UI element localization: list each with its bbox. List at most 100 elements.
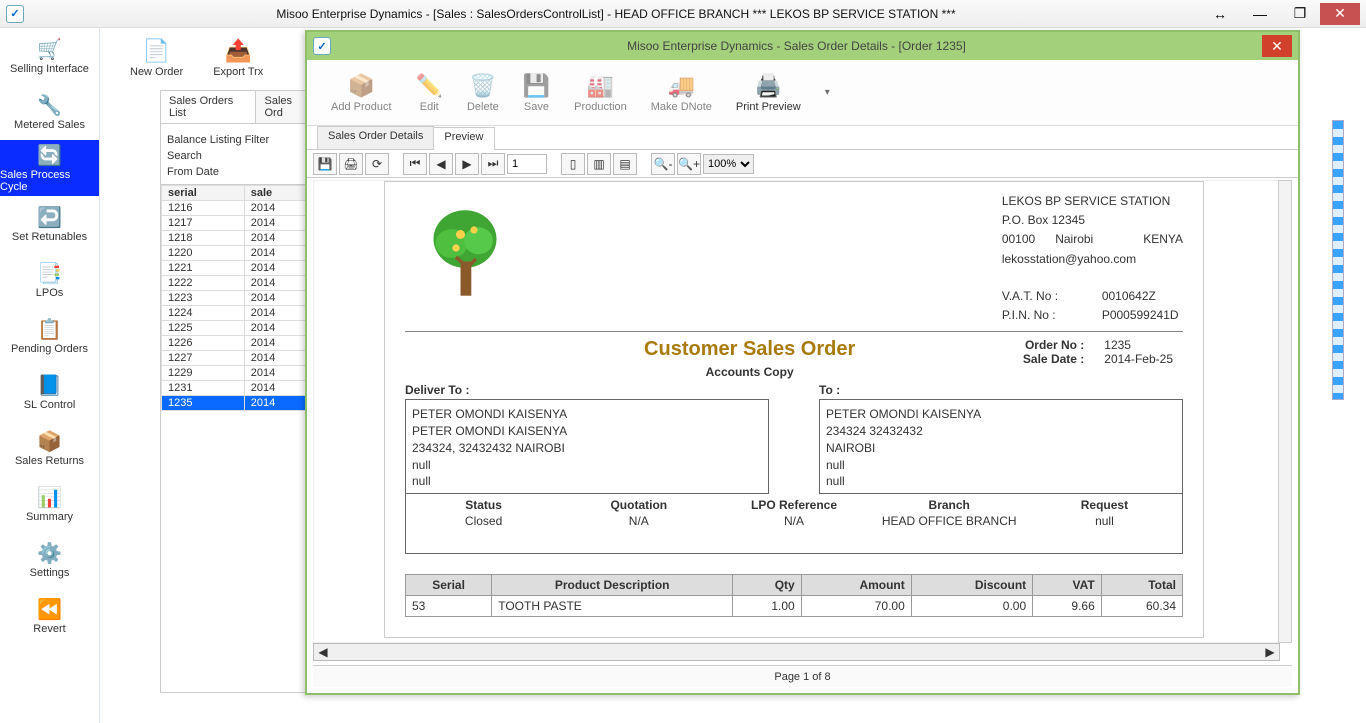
toolbar-production[interactable]: 🏭Production: [574, 73, 627, 113]
app-titlebar: Misoo Enterprise Dynamics - [Sales : Sal…: [0, 0, 1366, 28]
orders-table[interactable]: serial sale 1216201412172014121820141220…: [161, 185, 319, 411]
toolbar-edit[interactable]: ✏️Edit: [416, 73, 443, 113]
tab-preview[interactable]: Preview: [433, 127, 494, 150]
table-row[interactable]: 12242014: [162, 306, 319, 321]
continuous-icon[interactable]: ▤: [613, 153, 637, 175]
zoom-out-icon[interactable]: 🔍-: [651, 153, 675, 175]
dialog-footer: Page 1 of 8: [313, 665, 1292, 687]
main-toolbar: 📄New Order 📤Export Trx: [100, 28, 293, 88]
vertical-scrollbar[interactable]: [1278, 180, 1292, 643]
sidebar-icon: 🛒: [36, 37, 64, 61]
scroll-right-icon[interactable]: ▶: [1261, 645, 1279, 659]
app-logo-icon: [6, 5, 24, 23]
single-page-icon[interactable]: ▯: [561, 153, 585, 175]
tab-sales-orders-list[interactable]: Sales Orders List: [161, 91, 256, 123]
page-number-input[interactable]: [507, 154, 547, 174]
table-row[interactable]: 12312014: [162, 381, 319, 396]
sidebar-item-summary[interactable]: 📊Summary: [0, 476, 99, 532]
sidebar-item-label: LPOs: [36, 287, 64, 299]
deliver-to-box: PETER OMONDI KAISENYAPETER OMONDI KAISEN…: [405, 399, 769, 494]
toolbar-make-dnote[interactable]: 🚚Make DNote: [651, 73, 712, 113]
sidebar-icon: 📊: [36, 485, 64, 509]
table-row[interactable]: 12162014: [162, 201, 319, 216]
table-row[interactable]: 12212014: [162, 261, 319, 276]
toolbar-export-trx[interactable]: 📤Export Trx: [213, 38, 263, 78]
toolbar-delete[interactable]: 🗑️Delete: [467, 73, 499, 113]
toolbar-save[interactable]: 💾Save: [523, 73, 550, 113]
print-icon[interactable]: 🖨: [339, 153, 363, 175]
viewer-toolbar: 💾 🖨 ⟳ ⏮ ◀ ▶ ⏭ ▯ ▥ ▤ 🔍- 🔍+ 100%: [307, 150, 1298, 178]
orders-list-panel: Sales Orders List Sales Ord Balance List…: [160, 90, 320, 693]
table-row[interactable]: 12252014: [162, 321, 319, 336]
sidebar-item-selling-interface[interactable]: 🛒 Selling Interface: [0, 28, 99, 84]
dialog-tabs: Sales Order Details Preview: [307, 126, 1298, 150]
table-row[interactable]: 12182014: [162, 231, 319, 246]
sidebar-item-label: Selling Interface: [10, 63, 89, 75]
table-row[interactable]: 12222014: [162, 276, 319, 291]
doc-copy: Accounts Copy: [495, 365, 1004, 379]
pin-value: P000599241D: [1102, 306, 1179, 325]
toolbar-new-order[interactable]: 📄New Order: [130, 38, 183, 78]
first-page-icon[interactable]: ⏮: [403, 153, 427, 175]
sidebar-icon: 📘: [36, 373, 64, 397]
dropdown-icon[interactable]: ▾: [825, 87, 830, 98]
company-email: lekosstation@yahoo.com: [1002, 250, 1183, 269]
sidebar-icon: ⚙️: [36, 541, 64, 565]
last-page-icon[interactable]: ⏭: [481, 153, 505, 175]
sidebar-item-label: Revert: [33, 623, 65, 635]
table-row[interactable]: 12352014: [162, 396, 319, 411]
sidebar-item-label: SL Control: [24, 399, 76, 411]
company-city: Nairobi: [1055, 230, 1093, 249]
refresh-icon[interactable]: ⟳: [365, 153, 389, 175]
table-row[interactable]: 12292014: [162, 366, 319, 381]
zoom-in-icon[interactable]: 🔍+: [677, 153, 701, 175]
table-row[interactable]: 12202014: [162, 246, 319, 261]
table-row[interactable]: 12272014: [162, 351, 319, 366]
scroll-left-icon[interactable]: ◀: [314, 645, 332, 659]
next-page-icon[interactable]: ▶: [455, 153, 479, 175]
dialog-title: Misoo Enterprise Dynamics - Sales Order …: [331, 39, 1262, 53]
maximize-button[interactable]: ❐: [1280, 3, 1320, 25]
save-icon[interactable]: 💾: [313, 153, 337, 175]
minimize-button[interactable]: —: [1240, 3, 1280, 25]
sidebar-icon: 📋: [36, 317, 64, 341]
sidebar-item-sales-process-cycle[interactable]: 🔄Sales Process Cycle: [0, 140, 99, 196]
sidebar-item-label: Settings: [30, 567, 70, 579]
zoom-select[interactable]: 100%: [703, 154, 754, 174]
horizontal-scrollbar[interactable]: ◀ ▶: [313, 643, 1280, 661]
to-label: To :: [819, 383, 1183, 397]
sidebar-item-settings[interactable]: ⚙️ Settings: [0, 532, 99, 588]
prev-page-icon[interactable]: ◀: [429, 153, 453, 175]
close-button[interactable]: ✕: [1320, 3, 1360, 25]
sidebar-icon: 📑: [36, 261, 64, 285]
vat-value: 0010642Z: [1102, 287, 1156, 306]
table-row: 53TOOTH PASTE1.0070.000.009.6660.34: [406, 596, 1183, 617]
table-row[interactable]: 12172014: [162, 216, 319, 231]
doc-title: Customer Sales Order: [495, 338, 1004, 361]
sidebar-item-sales-returns[interactable]: 📦 Sales Returns: [0, 420, 99, 476]
company-pobox: P.O. Box 12345: [1002, 211, 1183, 230]
right-gutter-indicator: [1332, 120, 1344, 400]
table-row[interactable]: 12232014: [162, 291, 319, 306]
col-serial[interactable]: serial: [162, 186, 245, 201]
sidebar-item-sl-control[interactable]: 📘 SL Control: [0, 364, 99, 420]
dialog-close-button[interactable]: ✕: [1262, 35, 1292, 57]
sidebar-item-pending-orders[interactable]: 📋Pending Orders: [0, 308, 99, 364]
toolbar-add-product[interactable]: 📦Add Product: [331, 73, 392, 113]
sidebar-item-set-retunables[interactable]: ↩️ Set Retunables: [0, 196, 99, 252]
sidebar-item-revert[interactable]: ⏪Revert: [0, 588, 99, 644]
sidebar-item-metered-sales[interactable]: 🔧Metered Sales: [0, 84, 99, 140]
multi-page-icon[interactable]: ▥: [587, 153, 611, 175]
sidebar-item-lpos[interactable]: 📑 LPOs: [0, 252, 99, 308]
table-row[interactable]: 12262014: [162, 336, 319, 351]
sidebar-icon: ↩️: [36, 205, 64, 229]
swap-button[interactable]: ↔: [1200, 3, 1240, 25]
toolbar-print-preview[interactable]: 🖨️Print Preview: [736, 73, 801, 113]
sidebar-item-label: Set Retunables: [12, 231, 87, 243]
dialog-titlebar: Misoo Enterprise Dynamics - Sales Order …: [307, 32, 1298, 60]
sidebar-item-label: Sales Returns: [15, 455, 84, 467]
deliver-to-label: Deliver To :: [405, 383, 769, 397]
status-grid: StatusQuotationLPO ReferenceBranchReques…: [405, 494, 1183, 554]
tab-sales-order-details[interactable]: Sales Order Details: [317, 126, 434, 149]
sidebar-icon: 📦: [36, 429, 64, 453]
